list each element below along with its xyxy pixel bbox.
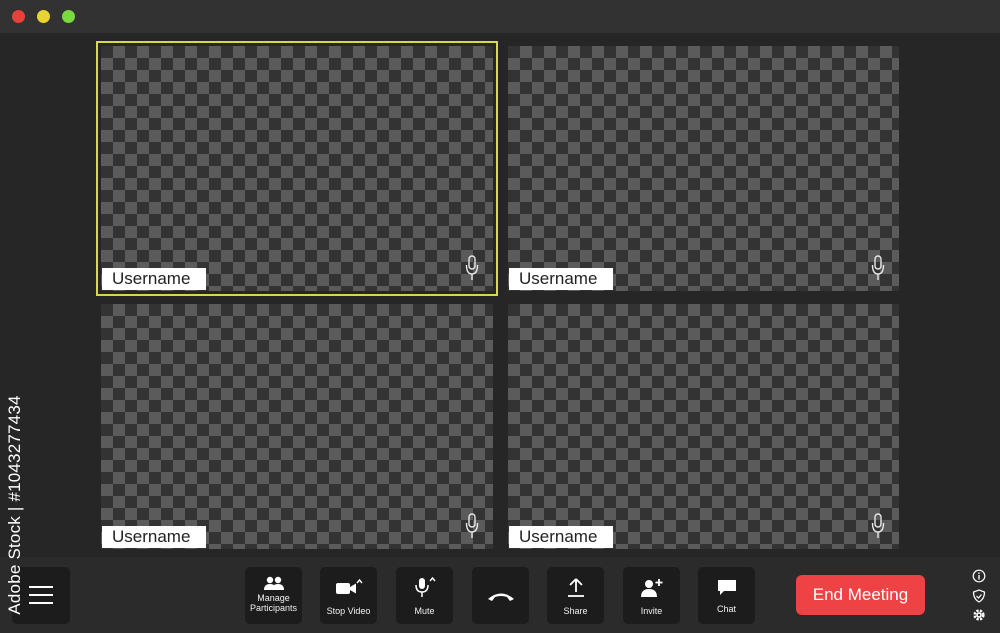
manage-participants-label: Manage Participants [249,593,298,613]
video-grid: Username Username Username Username [0,33,1000,557]
add-user-icon [640,579,662,597]
hang-up-button[interactable] [472,567,529,624]
chat-button[interactable]: Chat [698,567,755,624]
info-icon[interactable] [972,569,986,583]
close-window-button[interactable] [12,10,25,23]
manage-participants-button[interactable]: Manage Participants [245,567,302,624]
share-label: Share [563,606,588,616]
microphone-icon [465,255,479,280]
hang-up-icon [487,593,514,601]
minimize-window-button[interactable] [37,10,50,23]
participant-name-tag: Username [509,268,613,290]
chat-bubble-icon [717,580,736,595]
participants-icon [263,576,284,590]
microphone-icon [465,513,479,538]
video-camera-icon [335,578,363,594]
microphone-icon [871,513,885,538]
invite-button[interactable]: Invite [623,567,680,624]
shield-icon[interactable] [972,589,986,603]
mute-button[interactable]: Mute [396,567,453,624]
participant-video-tile[interactable]: Username [96,41,498,296]
stop-video-button[interactable]: Stop Video [320,567,377,624]
window-titlebar [0,0,1000,33]
microphone-icon [871,255,885,280]
participant-video-tile[interactable]: Username [101,304,493,549]
chat-label: Chat [716,604,736,614]
participant-name-tag: Username [102,268,206,290]
invite-label: Invite [640,606,663,616]
mute-label: Mute [414,606,435,616]
participant-video-tile[interactable]: Username [508,304,899,549]
microphone-icon [414,576,436,597]
maximize-window-button[interactable] [62,10,75,23]
meeting-toolbar: Manage Participants Stop Video Mute Shar… [0,557,1000,633]
share-upload-icon [567,578,584,597]
participant-video-tile[interactable]: Username [508,46,899,291]
participant-name-tag: Username [509,526,613,548]
watermark-id-text: Adobe Stock | #1043277434 [4,390,26,620]
participant-name-tag: Username [102,526,206,548]
gear-icon[interactable] [972,608,986,622]
stop-video-label: Stop Video [326,606,371,616]
end-meeting-button[interactable]: End Meeting [796,575,925,615]
hamburger-menu-icon [29,586,53,604]
watermark-id-label: Adobe Stock | #1043277434 [5,395,24,615]
share-button[interactable]: Share [547,567,604,624]
